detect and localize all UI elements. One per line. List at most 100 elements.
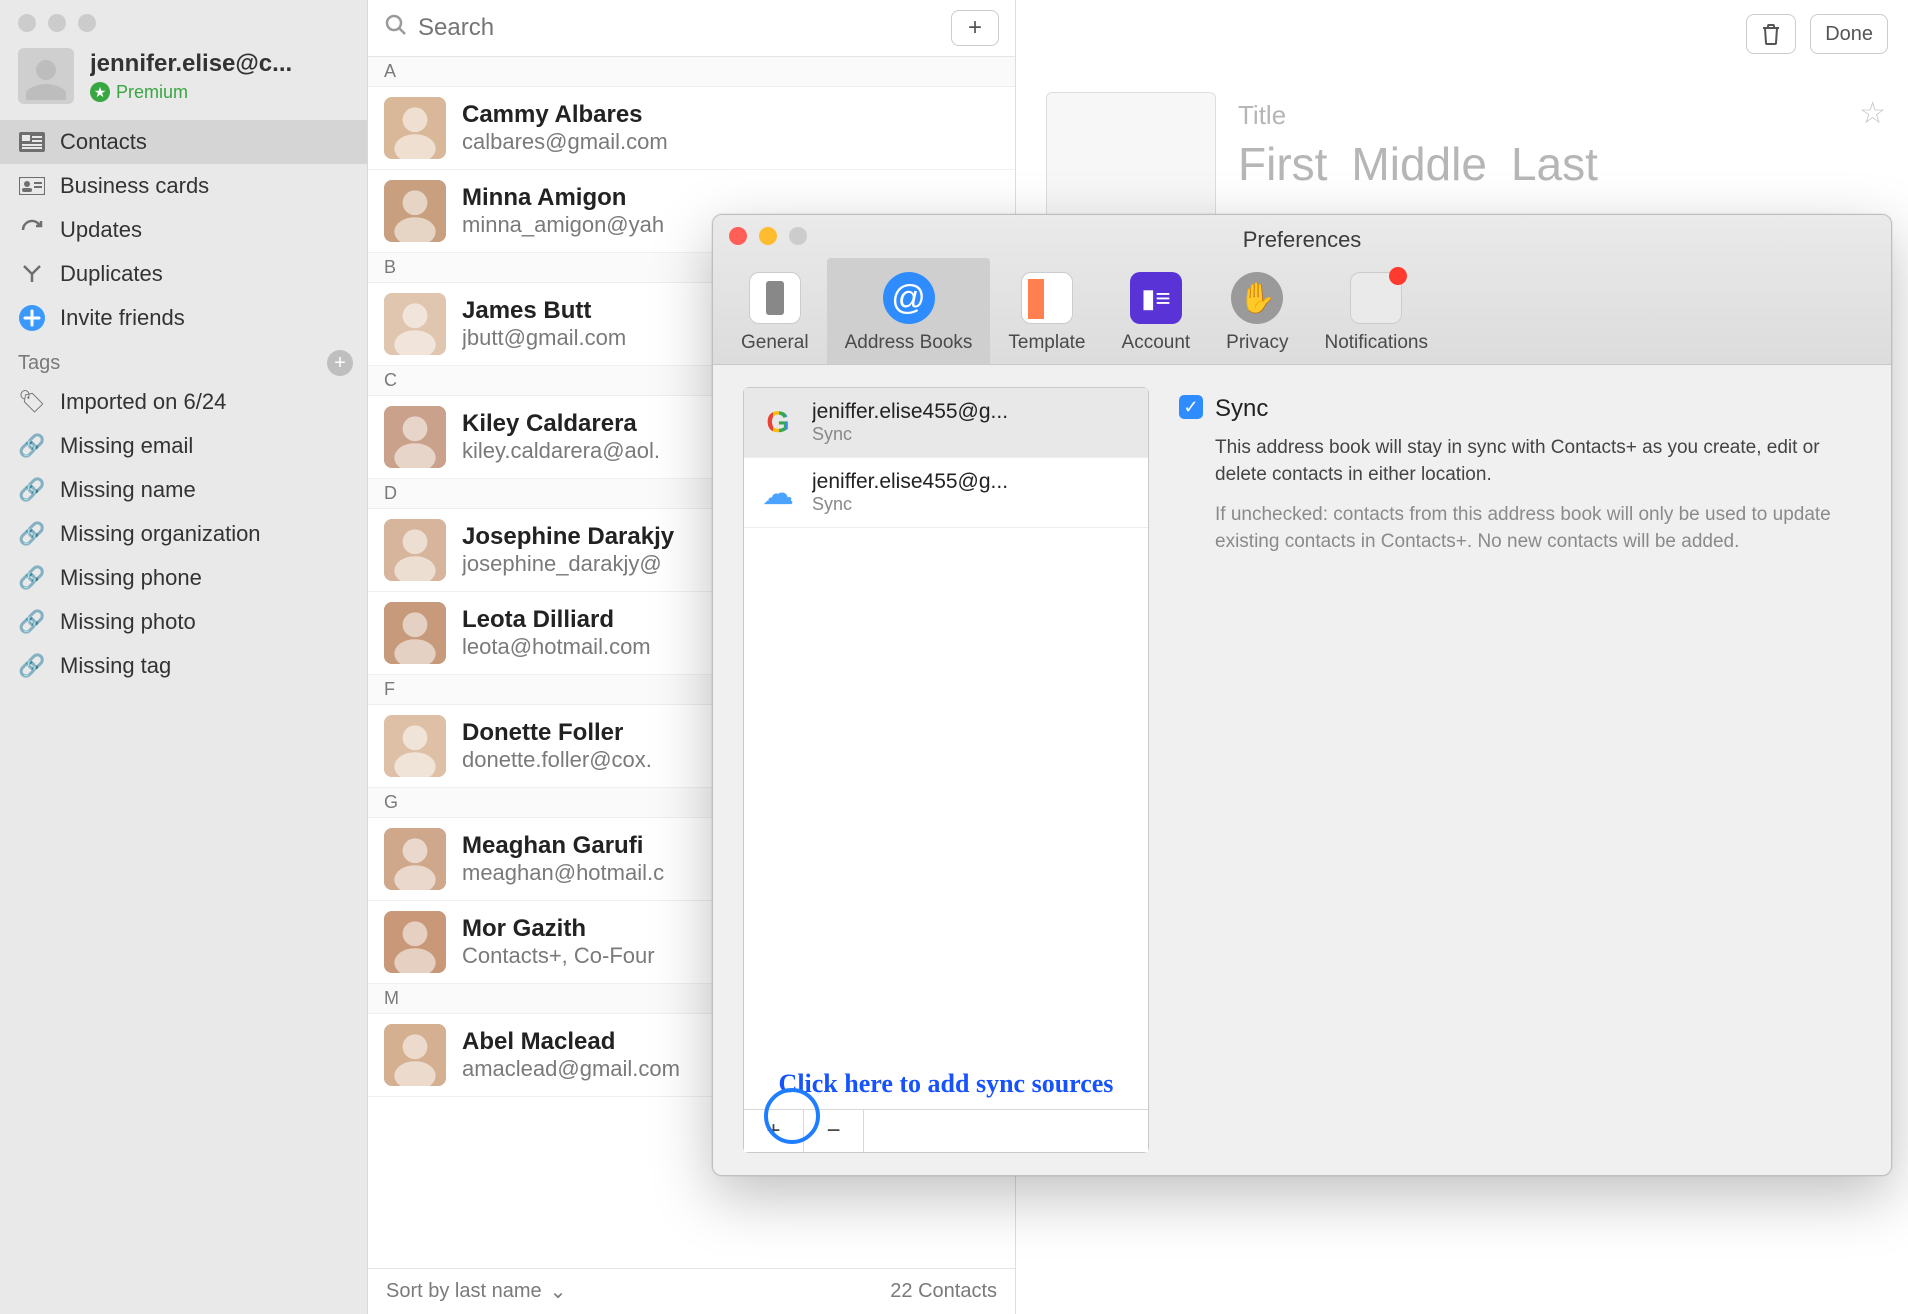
search-bar: + [368,0,1015,57]
contact-row[interactable]: Cammy Albarescalbares@gmail.com [368,87,1015,170]
tab-account[interactable]: ▮≡Account [1104,258,1209,364]
nav-contacts[interactable]: Contacts [0,120,367,164]
name-fields: Title First Middle Last [1238,100,1598,191]
sync-checkbox[interactable]: ✓ [1179,395,1203,419]
delete-button[interactable] [1746,14,1796,54]
done-button[interactable]: Done [1810,14,1888,54]
contact-email: amaclead@gmail.com [462,1056,680,1082]
card-icon [18,172,46,200]
general-icon [749,272,801,324]
invite-icon [18,304,46,332]
contact-photo [384,406,446,468]
contact-photo [384,97,446,159]
tab-notifications[interactable]: Notifications [1306,258,1446,364]
user-avatar [18,48,74,104]
link-icon: 🔗 [18,432,46,460]
search-input[interactable] [418,14,941,42]
sync-description: This address book will stay in sync with… [1215,435,1861,488]
sync-label: Sync [1215,395,1268,423]
chevron-down-icon: ⌄ [550,1279,567,1304]
tag-missing-email[interactable]: 🔗Missing email [0,424,367,468]
prefs-title: Preferences [713,227,1891,253]
google-icon: G [758,403,798,443]
tab-template[interactable]: Template [990,258,1103,364]
section-header: A [368,57,1015,87]
search-icon [384,13,408,44]
add-source-button[interactable]: + [744,1110,804,1152]
tab-privacy[interactable]: ✋Privacy [1208,258,1306,364]
contact-name: Donette Foller [462,719,652,747]
contact-name: Cammy Albares [462,101,668,129]
add-contact-button[interactable]: + [951,10,999,46]
contact-email: calbares@gmail.com [462,129,668,155]
nav-updates[interactable]: Updates [0,208,367,252]
tag-missing-org[interactable]: 🔗Missing organization [0,512,367,556]
tag-missing-tag[interactable]: 🔗Missing tag [0,644,367,688]
tag-missing-phone[interactable]: 🔗Missing phone [0,556,367,600]
contact-name: Abel Maclead [462,1028,680,1056]
sort-selector[interactable]: Sort by last name ⌄ [386,1279,566,1304]
tags-header: Tags + [0,340,367,380]
user-email: jennifer.elise@c... [90,50,292,78]
remove-source-button[interactable]: − [804,1110,864,1152]
tag-missing-name[interactable]: 🔗Missing name [0,468,367,512]
contact-name: Meaghan Garufi [462,832,664,860]
contact-count: 22 Contacts [890,1280,997,1303]
book-item-google[interactable]: G jeniffer.elise455@g...Sync [744,388,1148,458]
contact-photo [384,911,446,973]
account-icon: ▮≡ [1130,272,1182,324]
contact-photo [384,602,446,664]
tab-general[interactable]: General [723,258,827,364]
sync-settings: ✓ Sync This address book will stay in sy… [1149,365,1891,1175]
app-window: jennifer.elise@c... ★ Premium Contacts B… [0,0,1908,1314]
star-badge-icon: ★ [90,82,110,102]
contact-photo [384,180,446,242]
window-controls [0,0,367,40]
contact-photo [384,715,446,777]
favorite-star-icon[interactable]: ☆ [1859,96,1886,131]
address-book-list: G jeniffer.elise455@g...Sync ☁ jeniffer.… [743,387,1149,1153]
template-icon [1021,272,1073,324]
contact-photo [384,519,446,581]
close-dot[interactable] [18,14,36,32]
link-icon: 🔗 [18,476,46,504]
contact-photo [384,828,446,890]
contact-name: Leota Dilliard [462,606,651,634]
contact-photo [384,1024,446,1086]
contact-email: minna_amigon@yah [462,212,664,238]
add-tag-button[interactable]: + [327,350,353,376]
contact-name: James Butt [462,297,626,325]
preferences-window: Preferences General @Address Books Templ… [712,214,1892,1176]
contact-email: Contacts+, Co-Four [462,943,655,969]
title-field[interactable]: Title [1238,100,1598,131]
first-name-field[interactable]: First [1238,137,1327,191]
nav-duplicates[interactable]: Duplicates [0,252,367,296]
contact-email: meaghan@hotmail.c [462,860,664,886]
contact-name: Minna Amigon [462,184,664,212]
contact-email: donette.foller@cox. [462,747,652,773]
account-row[interactable]: jennifer.elise@c... ★ Premium [0,40,367,120]
contact-email: kiley.caldarera@aol. [462,438,660,464]
icloud-icon: ☁ [758,473,798,513]
tab-address-books[interactable]: @Address Books [827,258,991,364]
nav-invite[interactable]: Invite friends [0,296,367,340]
sync-note: If unchecked: contacts from this address… [1215,502,1861,555]
tag-missing-photo[interactable]: 🔗Missing photo [0,600,367,644]
last-name-field[interactable]: Last [1511,137,1598,191]
contact-name: Kiley Caldarera [462,410,660,438]
minimize-dot[interactable] [48,14,66,32]
contact-name: Josephine Darakjy [462,523,674,551]
link-icon: 🔗 [18,520,46,548]
updates-icon [18,216,46,244]
nav-business-cards[interactable]: Business cards [0,164,367,208]
add-source-annotation: Click here to add sync sources [764,1068,1128,1101]
contact-email: jbutt@gmail.com [462,325,626,351]
zoom-dot[interactable] [78,14,96,32]
primary-nav: Contacts Business cards Updates Duplicat… [0,120,367,340]
list-footer: Sort by last name ⌄ 22 Contacts [368,1268,1015,1314]
book-list-actions: + − [744,1109,1148,1152]
book-item-icloud[interactable]: ☁ jeniffer.elise455@g...Sync [744,458,1148,528]
tag-imported[interactable]: 🏷Imported on 6/24 [0,380,367,424]
middle-name-field[interactable]: Middle [1351,137,1487,191]
contact-email: josephine_darakjy@ [462,551,674,577]
